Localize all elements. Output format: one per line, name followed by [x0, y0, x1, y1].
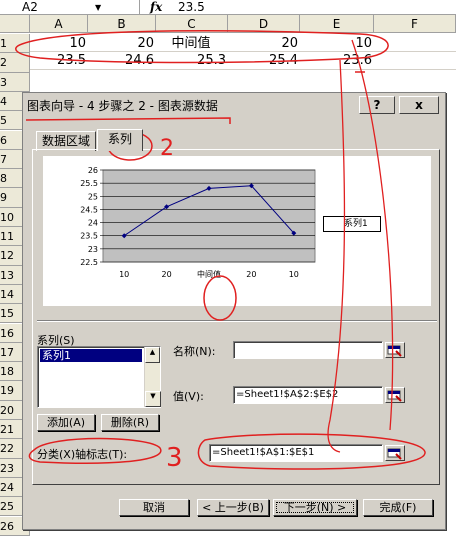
grid-line: [30, 69, 456, 70]
cell-e2[interactable]: 23.6: [300, 52, 372, 69]
column-header-d[interactable]: D: [228, 15, 300, 33]
remove-series-button[interactable]: 删除(R): [101, 414, 159, 431]
category-axis-input[interactable]: =Sheet1!$A$1:$E$1: [209, 444, 383, 462]
scroll-up-icon[interactable]: ▲: [145, 347, 160, 363]
x-tick-label: 20: [246, 270, 256, 279]
y-tick-label: 22.5: [80, 258, 98, 267]
cell-c1[interactable]: 中间值: [156, 35, 226, 52]
series-list-item[interactable]: 系列1: [40, 349, 142, 362]
y-tick-label: 25: [88, 192, 98, 201]
fx-icon[interactable]: fx: [150, 0, 162, 14]
back-button[interactable]: < 上一步(B): [197, 499, 269, 516]
chart-wizard-dialog: 图表向导 - 4 步骤之 2 - 图表源数据 ? x 数据区域 系列 26 25.…: [22, 92, 446, 530]
chart-legend: 系列1: [323, 216, 381, 232]
series-panel: 26 25.5 25 24.5 24 23.5 23 22.5 10 20 中间值 20 10 系列1 …: [32, 149, 440, 485]
y-tick-label: 23: [88, 245, 98, 254]
collapse-dialog-icon[interactable]: [385, 387, 405, 403]
next-button[interactable]: 下一步(N) >: [273, 499, 357, 516]
cancel-button[interactable]: 取消: [119, 499, 189, 516]
y-tick-label: 25.5: [80, 179, 98, 188]
cell-d1[interactable]: 20: [228, 35, 298, 52]
y-tick-label: 26: [88, 166, 98, 175]
category-axis-label: 分类(X)轴标志(T):: [37, 448, 128, 461]
plot-area: [102, 169, 316, 263]
x-tick-label: 中间值: [197, 269, 221, 279]
column-header-e[interactable]: E: [300, 15, 374, 33]
row-header[interactable]: 1: [0, 34, 30, 54]
legend-label: 系列1: [344, 219, 368, 229]
collapse-dialog-icon[interactable]: [385, 342, 405, 358]
name-label: 名称(N):: [173, 345, 216, 358]
formula-value[interactable]: 23.5: [178, 0, 205, 14]
corner-select-all[interactable]: [0, 15, 30, 33]
add-series-button[interactable]: 添加(A): [37, 414, 95, 431]
column-header-c[interactable]: C: [156, 15, 228, 33]
column-header-f[interactable]: F: [374, 15, 456, 33]
cell-b1[interactable]: 20: [88, 35, 154, 52]
chevron-down-icon[interactable]: ▼: [95, 3, 101, 12]
dialog-title: 图表向导 - 4 步骤之 2 - 图表源数据: [27, 99, 218, 113]
cell-a2[interactable]: 23.5: [30, 52, 86, 69]
column-header-b[interactable]: B: [88, 15, 156, 33]
x-tick-label: 20: [162, 270, 172, 279]
name-box[interactable]: A2: [0, 0, 140, 15]
y-tick-label: 24.5: [80, 205, 98, 214]
close-button[interactable]: x: [399, 96, 439, 114]
y-tick-label: 24: [88, 219, 98, 228]
y-tick-label: 23.5: [80, 232, 98, 241]
values-label: 值(V):: [173, 390, 204, 403]
finish-button[interactable]: 完成(F): [363, 499, 433, 516]
row-header[interactable]: 3: [0, 72, 30, 92]
tab-data-range[interactable]: 数据区域: [36, 131, 96, 151]
scroll-down-icon[interactable]: ▼: [145, 391, 161, 407]
cell-c2[interactable]: 25.3: [156, 52, 226, 69]
name-box-value: A2: [22, 0, 38, 14]
x-tick-label: 10: [119, 270, 129, 279]
chart-preview: 26 25.5 25 24.5 24 23.5 23 22.5 10 20 中间值 20 10 系列1: [43, 156, 431, 306]
collapse-dialog-icon[interactable]: [385, 445, 405, 461]
row-header[interactable]: 2: [0, 53, 30, 73]
name-input[interactable]: [233, 341, 383, 359]
formula-bar: A2 ▼ fx 23.5: [0, 0, 456, 15]
help-button[interactable]: ?: [359, 96, 395, 114]
x-tick-label: 10: [289, 270, 299, 279]
dialog-titlebar[interactable]: 图表向导 - 4 步骤之 2 - 图表源数据 ? x: [23, 93, 445, 117]
tab-series[interactable]: 系列: [97, 129, 143, 151]
divider: [37, 320, 437, 322]
series-listbox[interactable]: 系列1 ▲ ▼: [37, 346, 161, 408]
cell-e1[interactable]: 10: [300, 35, 372, 52]
cell-b2[interactable]: 24.6: [88, 52, 154, 69]
column-header-a[interactable]: A: [30, 15, 88, 33]
cell-a1[interactable]: 10: [30, 35, 86, 52]
cell-d2[interactable]: 25.4: [228, 52, 298, 69]
series-list-scrollbar[interactable]: ▲ ▼: [144, 347, 161, 407]
values-input[interactable]: =Sheet1!$A$2:$E$2: [233, 386, 383, 404]
